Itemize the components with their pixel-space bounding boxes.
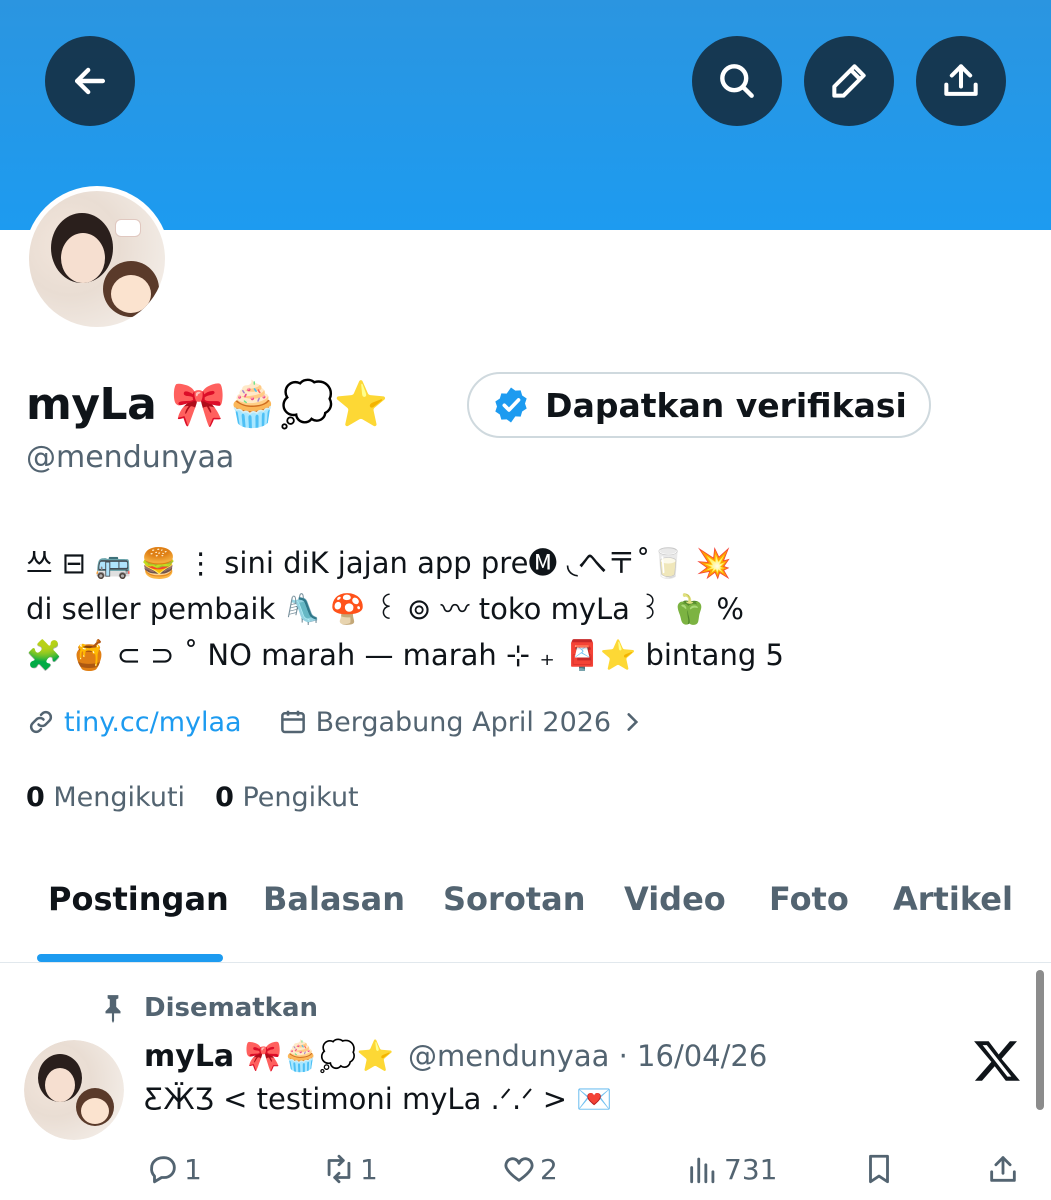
like-button[interactable]: 2 bbox=[502, 1152, 558, 1186]
post-author-avatar[interactable] bbox=[24, 1040, 124, 1140]
post-author-handle-date[interactable]: @mendunyaa · 16/04/26 bbox=[408, 1039, 767, 1073]
join-date[interactable]: Bergabung April 2026 bbox=[316, 707, 612, 738]
display-name: myLa 🎀🧁💭⭐ bbox=[26, 379, 389, 430]
bookmark-icon bbox=[869, 1154, 889, 1184]
link-icon bbox=[29, 710, 53, 734]
heart-icon bbox=[504, 1157, 534, 1182]
post-action-bar: 1 1 2 731 bbox=[0, 1146, 1051, 1196]
pinned-label-row: Disematkan bbox=[100, 988, 318, 1028]
tab-highlights[interactable]: Sorotan bbox=[443, 880, 585, 918]
active-tab-indicator bbox=[37, 954, 223, 962]
profile-name-row: myLa 🎀🧁💭⭐ bbox=[26, 364, 389, 444]
get-verified-label: Dapatkan verifikasi bbox=[545, 385, 907, 425]
search-icon bbox=[720, 64, 754, 98]
like-count: 2 bbox=[540, 1152, 558, 1186]
bio-line: 🧩 🍯 ⊂ ⊃ ˚ NO marah — marah ⊹ ₊ 📮⭐ bintan… bbox=[26, 638, 784, 672]
reply-button[interactable]: 1 bbox=[146, 1152, 202, 1186]
post-author-name[interactable]: myLa 🎀🧁💭⭐ bbox=[144, 1039, 394, 1074]
avatar-image bbox=[29, 191, 165, 327]
repost-button[interactable]: 1 bbox=[322, 1152, 378, 1186]
pencil-icon bbox=[832, 64, 866, 98]
tab-posts[interactable]: Postingan bbox=[48, 880, 229, 918]
profile-avatar[interactable] bbox=[24, 186, 170, 332]
profile-bio: 쓰 ⊟ 🚌 🍔 ⋮ sini diK jajan app pre🅜 ◟へ〒˚🥛 … bbox=[26, 540, 1026, 678]
post-header: myLa 🎀🧁💭⭐ @mendunyaa · 16/04/26 bbox=[144, 1032, 767, 1080]
chevron-right-icon bbox=[627, 713, 639, 731]
bio-line: 쓰 ⊟ 🚌 🍔 ⋮ sini diK jajan app pre🅜 ◟へ〒˚🥛 … bbox=[26, 546, 732, 580]
tab-articles[interactable]: Artikel bbox=[893, 880, 1013, 918]
following-label: Mengikuti bbox=[53, 782, 186, 813]
bookmark-button[interactable] bbox=[862, 1152, 896, 1186]
verified-badge-icon bbox=[495, 387, 527, 423]
profile-meta: tiny.cc/mylaa Bergabung April 2026 bbox=[26, 700, 645, 744]
get-verified-button[interactable]: Dapatkan verifikasi bbox=[467, 372, 931, 438]
share-icon bbox=[944, 64, 978, 96]
tab-replies[interactable]: Balasan bbox=[263, 880, 405, 918]
pin-icon bbox=[105, 995, 121, 1023]
profile-link[interactable]: tiny.cc/mylaa bbox=[64, 707, 242, 738]
edit-button[interactable] bbox=[804, 36, 894, 126]
bio-line: di seller pembaik 🛝 🍄 ꒰ ⊚ 〰 toko myLa ꒱ … bbox=[26, 592, 744, 626]
share-icon bbox=[990, 1156, 1016, 1182]
post-text: ƸӜƷ < testimoni myLa .ᐟ.ᐟ > 💌 bbox=[144, 1082, 613, 1116]
tab-video[interactable]: Video bbox=[624, 880, 726, 918]
views-chart-icon bbox=[690, 1157, 715, 1184]
share-post-button[interactable] bbox=[986, 1152, 1020, 1186]
repost-icon bbox=[327, 1154, 351, 1184]
tab-photos[interactable]: Foto bbox=[769, 880, 849, 918]
x-logo-icon bbox=[974, 1041, 1020, 1081]
following-count: 0 bbox=[26, 782, 45, 813]
back-arrow-icon bbox=[74, 67, 106, 95]
profile-tabs: Postingan Balasan Sorotan Video Foto Art… bbox=[0, 860, 1051, 963]
calendar-icon bbox=[280, 710, 305, 734]
reply-count: 1 bbox=[184, 1152, 202, 1186]
pinned-label: Disematkan bbox=[144, 993, 319, 1023]
view-count: 731 bbox=[724, 1152, 778, 1186]
avatar-image bbox=[24, 1040, 124, 1140]
repost-count: 1 bbox=[360, 1152, 378, 1186]
share-button[interactable] bbox=[916, 36, 1006, 126]
reply-icon bbox=[150, 1156, 176, 1184]
followers-link[interactable]: 0 Pengikut bbox=[215, 782, 359, 813]
search-button[interactable] bbox=[692, 36, 782, 126]
back-button[interactable] bbox=[45, 36, 135, 126]
profile-banner bbox=[0, 0, 1051, 230]
followers-count: 0 bbox=[215, 782, 234, 813]
profile-handle: @mendunyaa bbox=[26, 440, 235, 475]
following-link[interactable]: 0 Mengikuti bbox=[26, 782, 185, 813]
follow-counts: 0 Mengikuti 0 Pengikut bbox=[26, 782, 359, 813]
followers-label: Pengikut bbox=[242, 782, 359, 813]
scrollbar[interactable] bbox=[1036, 970, 1044, 1110]
views-button[interactable]: 731 bbox=[686, 1152, 777, 1186]
